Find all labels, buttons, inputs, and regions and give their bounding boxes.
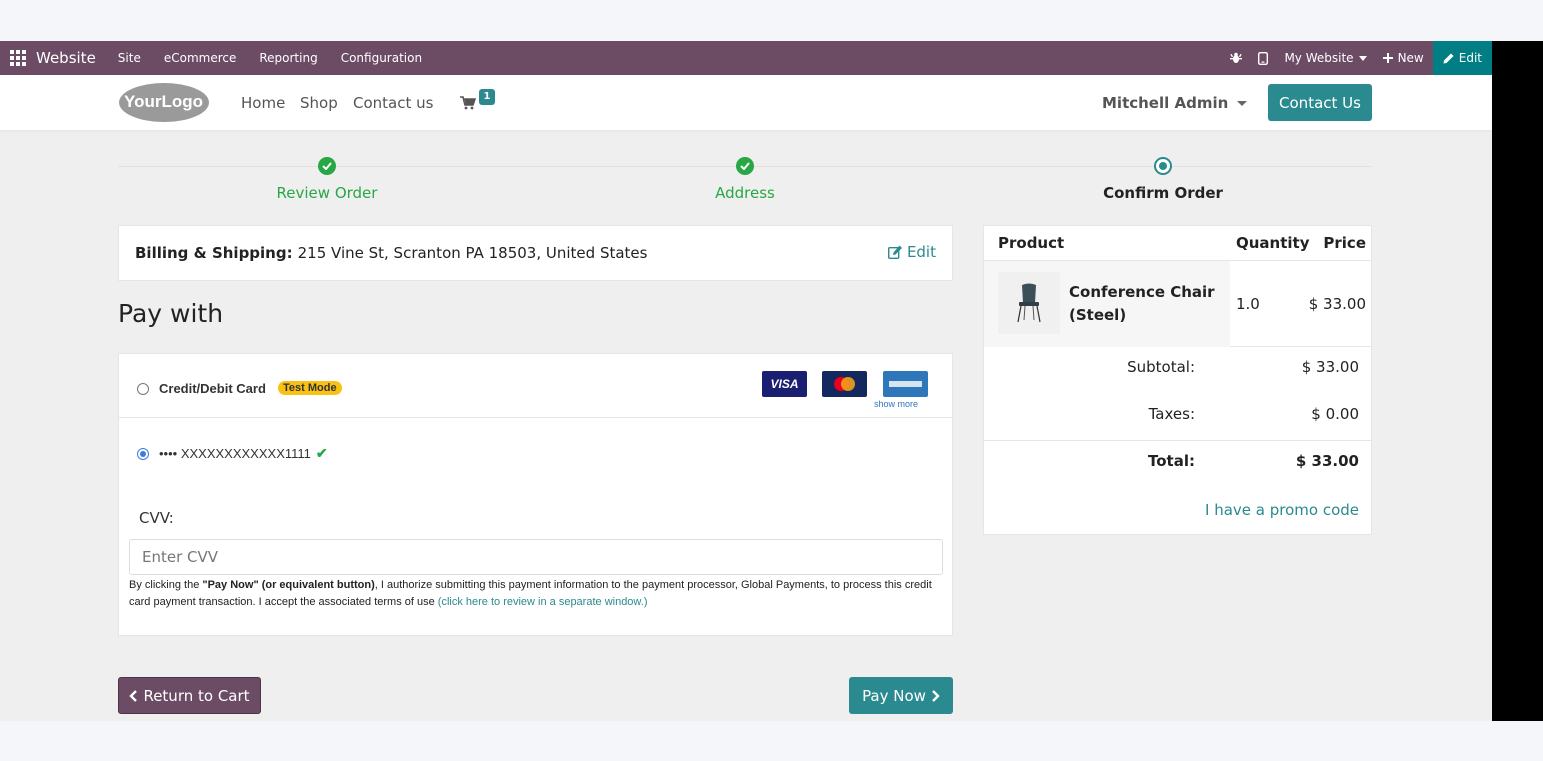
apps-menu-icon[interactable] [10,50,26,66]
payment-option-card[interactable]: Credit/Debit Card Test Mode VISA show mo… [119,354,952,418]
pencil-icon [1443,53,1454,63]
taxes-value: $ 0.00 [1311,405,1359,423]
order-summary: Product Quantity Price Conference Chair … [983,225,1372,535]
subtotal-value: $ 33.00 [1301,358,1359,376]
pay-now-label: Pay Now [862,686,926,705]
edit-icon [887,245,902,259]
menu-ecommerce[interactable]: eCommerce [164,51,237,65]
menu-configuration[interactable]: Configuration [341,51,422,65]
total-divider [984,440,1371,441]
product-price: $ 33.00 [1308,295,1366,313]
mastercard-logo-icon [822,371,867,397]
step-label: Address [715,184,775,202]
chair-icon [1017,283,1041,323]
return-to-cart-button[interactable]: Return to Cart [118,677,261,714]
billing-shipping-card: Billing & Shipping: 215 Vine St, Scranto… [118,225,953,281]
cvv-input[interactable] [129,539,943,575]
cart-count-badge[interactable]: 1 [479,89,495,105]
site-header: YourLogo Home Shop Contact us 1 Mitchell… [0,75,1492,130]
current-step-dot-icon [1154,157,1172,175]
menu-site[interactable]: Site [118,51,141,65]
plus-icon [1382,53,1393,63]
logo-text: YourLogo [124,92,203,111]
step-label: Review Order [276,184,378,202]
menu-reporting[interactable]: Reporting [259,51,317,65]
header-product: Product [998,234,1065,252]
taxes-row: Taxes: $ 0.00 [984,395,1371,435]
step-review-order[interactable]: Review Order [177,157,477,202]
new-button-label: New [1397,51,1424,65]
edit-button-label: Edit [1458,51,1482,65]
user-name: Mitchell Admin [1102,94,1229,112]
website-selector-label: My Website [1284,51,1354,65]
pay-with-heading: Pay with [118,299,224,328]
total-value: $ 33.00 [1295,452,1359,470]
cvv-label: CVV: [139,509,174,527]
subtotal-row: Subtotal: $ 33.00 [984,348,1371,388]
chevron-down-icon [1237,100,1248,106]
step-confirm-order: Confirm Order [1013,157,1313,202]
check-circle-icon [736,157,754,175]
nav-contact-us[interactable]: Contact us [353,94,433,112]
screen-edge-black-bar [1492,41,1543,721]
app-brand[interactable]: Website [36,49,96,67]
payment-radio-token[interactable] [137,448,149,460]
nav-shop[interactable]: Shop [300,94,338,112]
product-thumbnail[interactable] [998,272,1060,334]
admin-navbar: Website Site eCommerce Reporting Configu… [0,41,1492,75]
saved-card-number: •••• XXXXXXXXXXXX1111 [159,446,311,461]
payment-radio-card[interactable] [137,383,149,395]
terms-bold: "Pay Now" (or equivalent button) [202,579,375,591]
check-icon: ✔ [315,445,328,461]
show-more-link[interactable]: show more [874,399,918,409]
user-menu[interactable]: Mitchell Admin [1102,94,1248,112]
total-label: Total: [1148,452,1195,470]
new-button[interactable]: New [1382,51,1424,65]
edit-button[interactable]: Edit [1432,41,1492,75]
check-circle-icon [318,157,336,175]
payment-option-name: Credit/Debit Card [159,381,266,396]
nav-home[interactable]: Home [241,94,285,112]
pay-now-button[interactable]: Pay Now [849,677,953,714]
taxes-label: Taxes: [1148,405,1195,423]
terms-prefix: By clicking the [129,579,203,591]
site-logo[interactable]: YourLogo [118,82,210,123]
summary-header-row: Product Quantity Price [984,226,1371,261]
chevron-left-icon [129,689,138,702]
payment-terms-text: By clicking the "Pay Now" (or equivalent… [129,577,944,611]
return-to-cart-label: Return to Cart [143,686,250,705]
app-window: Website Site eCommerce Reporting Configu… [0,41,1492,721]
debug-bug-icon[interactable] [1230,52,1243,64]
promo-code-link[interactable]: I have a promo code [1205,501,1359,519]
billing-label: Billing & Shipping: [135,244,293,262]
shopping-cart-icon[interactable] [460,95,477,114]
chevron-right-icon [932,689,940,702]
step-label: Confirm Order [1103,184,1223,202]
amex-logo-icon [883,371,928,397]
summary-line-item: Conference Chair (Steel) 1.0 $ 33.00 [984,261,1371,347]
header-quantity: Quantity [1236,234,1310,252]
terms-link[interactable]: (click here to review in a separate wind… [438,596,648,608]
website-selector[interactable]: My Website [1284,51,1367,65]
product-quantity: 1.0 [1236,295,1260,313]
chevron-down-icon [1358,55,1367,61]
subtotal-label: Subtotal: [1127,358,1195,376]
test-mode-badge: Test Mode [278,381,342,395]
billing-edit-label: Edit [906,243,936,261]
saved-card-token: •••• XXXXXXXXXXXX1111 ✔ [159,445,328,462]
total-row: Total: $ 33.00 [984,442,1371,482]
product-name[interactable]: Conference Chair (Steel) [1069,281,1219,327]
billing-edit-link[interactable]: Edit [887,243,936,261]
step-address[interactable]: Address [595,157,895,202]
header-price: Price [1323,234,1366,252]
visa-logo-icon: VISA [762,371,807,397]
billing-address: 215 Vine St, Scranton PA 18503, United S… [297,244,648,262]
payment-methods-card: Credit/Debit Card Test Mode VISA show mo… [118,353,953,636]
mobile-preview-icon[interactable] [1258,51,1269,65]
contact-us-button[interactable]: Contact Us [1268,84,1372,121]
